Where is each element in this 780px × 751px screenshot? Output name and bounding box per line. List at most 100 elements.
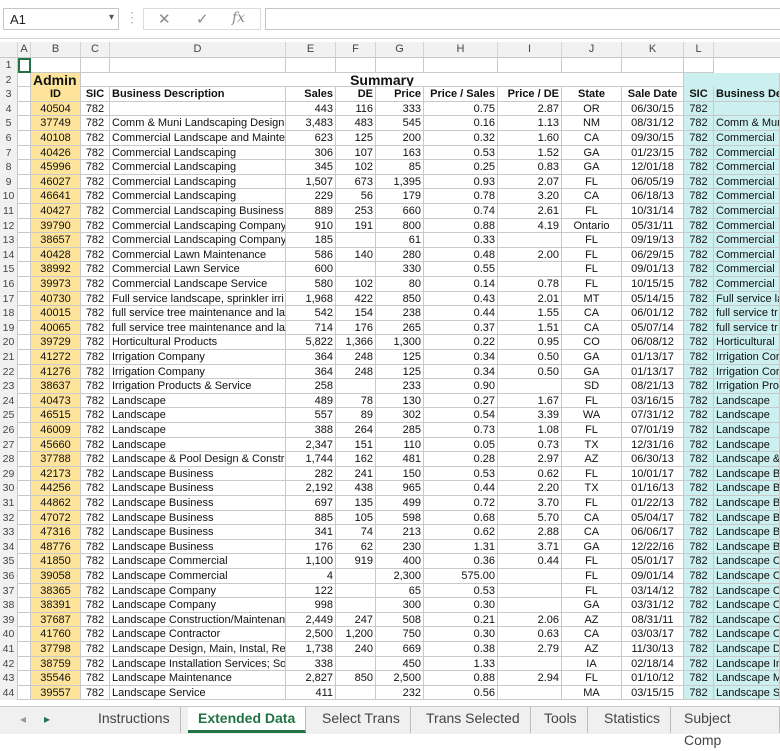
cell[interactable]: 1.33 xyxy=(424,656,498,672)
cell[interactable]: 919 xyxy=(336,554,376,569)
column-header-k[interactable]: K xyxy=(622,42,684,57)
cell[interactable]: 1,200 xyxy=(336,627,376,642)
cell[interactable]: 3,483 xyxy=(286,116,336,131)
cell[interactable] xyxy=(18,101,31,117)
column-title[interactable]: DE xyxy=(336,87,376,102)
cell[interactable]: 600 xyxy=(286,262,336,277)
cell[interactable]: 2,192 xyxy=(286,481,336,496)
row-header[interactable]: 8 xyxy=(0,160,18,175)
cell[interactable]: 05/01/17 xyxy=(622,554,684,569)
cell[interactable]: 01/13/17 xyxy=(622,350,684,365)
row-header[interactable]: 1 xyxy=(0,58,18,73)
column-title[interactable]: SIC xyxy=(81,87,110,102)
cell[interactable]: 782 xyxy=(81,583,110,599)
cell[interactable]: Landscape Commercial xyxy=(110,569,286,584)
cell[interactable]: 782 xyxy=(684,671,714,686)
cell[interactable]: Commercial Lawn Service xyxy=(110,262,286,277)
cell[interactable]: 285 xyxy=(376,423,424,438)
cell[interactable]: GA xyxy=(562,539,622,555)
cell[interactable]: 03/03/17 xyxy=(622,627,684,642)
cell[interactable]: 782 xyxy=(81,277,110,292)
cell[interactable]: 3.39 xyxy=(498,408,562,423)
cell[interactable] xyxy=(336,583,376,599)
formula-input[interactable] xyxy=(265,8,780,30)
cell[interactable] xyxy=(562,58,622,73)
cell[interactable]: 102 xyxy=(336,277,376,292)
column-header-f[interactable]: F xyxy=(336,42,376,57)
cell[interactable]: 782 xyxy=(81,466,110,482)
cell[interactable]: Full service landscape, sprinkler irri xyxy=(110,291,286,307)
cell[interactable]: 40427 xyxy=(31,204,81,219)
cell[interactable]: Landscape xyxy=(714,393,780,409)
column-title[interactable]: Business De xyxy=(714,87,780,102)
cell[interactable]: FL xyxy=(562,671,622,686)
cell[interactable] xyxy=(18,233,31,248)
cell[interactable]: Landscape M xyxy=(714,671,780,686)
cell[interactable]: Commercial xyxy=(714,277,780,292)
cell[interactable]: 782 xyxy=(684,189,714,204)
cell[interactable]: FL xyxy=(562,569,622,584)
row-header[interactable]: 18 xyxy=(0,306,18,321)
column-header-j[interactable]: J xyxy=(562,42,622,57)
cell[interactable]: Landscape In xyxy=(714,656,780,672)
cell[interactable]: 45996 xyxy=(31,160,81,175)
cell[interactable]: 0.32 xyxy=(424,131,498,146)
cell[interactable]: 0.56 xyxy=(424,685,498,701)
cell[interactable]: 09/01/13 xyxy=(622,262,684,277)
cell[interactable]: 782 xyxy=(81,539,110,555)
cell[interactable]: 163 xyxy=(376,145,424,161)
cell[interactable] xyxy=(18,72,31,88)
cell[interactable] xyxy=(336,569,376,584)
sheet-tab[interactable]: Subject Comp xyxy=(674,707,780,748)
cell[interactable] xyxy=(18,583,31,599)
cell[interactable]: 130 xyxy=(376,393,424,409)
cell[interactable]: 0.50 xyxy=(498,364,562,380)
column-header-d[interactable]: D xyxy=(110,42,286,57)
row-header[interactable]: 35 xyxy=(0,554,18,569)
cell[interactable]: 41760 xyxy=(31,627,81,642)
cell[interactable]: 02/18/14 xyxy=(622,656,684,672)
cell[interactable]: 37749 xyxy=(31,116,81,131)
cell[interactable]: 258 xyxy=(286,379,336,394)
cell[interactable]: CA xyxy=(562,306,622,321)
cell[interactable]: 0.88 xyxy=(424,218,498,234)
cell[interactable]: Comm & Muni Landscaping Design, xyxy=(110,116,286,131)
cell[interactable]: 782 xyxy=(684,642,714,657)
cell[interactable]: 782 xyxy=(684,306,714,321)
cell[interactable]: 200 xyxy=(376,131,424,146)
cell[interactable]: 2,347 xyxy=(286,437,336,453)
cell[interactable]: 850 xyxy=(376,291,424,307)
cell[interactable]: 03/14/12 xyxy=(622,583,684,599)
cell[interactable]: 38759 xyxy=(31,656,81,672)
cell[interactable]: 2.07 xyxy=(498,174,562,190)
cell[interactable] xyxy=(286,58,336,73)
cell[interactable]: 782 xyxy=(684,627,714,642)
cell[interactable]: 154 xyxy=(336,306,376,321)
row-header[interactable]: 22 xyxy=(0,364,18,380)
cell[interactable]: 125 xyxy=(376,350,424,365)
cell[interactable]: 107 xyxy=(336,145,376,161)
cell[interactable]: 302 xyxy=(376,408,424,423)
cell[interactable] xyxy=(498,379,562,394)
cell[interactable]: 782 xyxy=(684,160,714,175)
cell[interactable]: 07/31/12 xyxy=(622,408,684,423)
cell[interactable]: Irrigation Products & Service xyxy=(110,379,286,394)
column-title[interactable]: State xyxy=(562,87,622,102)
cell[interactable]: 782 xyxy=(81,452,110,467)
cell[interactable]: 3.70 xyxy=(498,496,562,511)
cell[interactable] xyxy=(18,306,31,321)
cell[interactable]: 280 xyxy=(376,247,424,263)
cell[interactable]: 1,968 xyxy=(286,291,336,307)
row-header[interactable]: 44 xyxy=(0,685,18,701)
cell[interactable] xyxy=(18,160,31,175)
cell[interactable]: 782 xyxy=(684,247,714,263)
cell[interactable]: 176 xyxy=(286,539,336,555)
cell[interactable]: 06/29/15 xyxy=(622,247,684,263)
cell[interactable]: 08/31/12 xyxy=(622,116,684,131)
cell[interactable]: 782 xyxy=(81,627,110,642)
cell[interactable]: 03/15/15 xyxy=(622,685,684,701)
row-header[interactable]: 26 xyxy=(0,423,18,438)
cell[interactable]: 39557 xyxy=(31,685,81,701)
cell[interactable]: NM xyxy=(562,116,622,131)
cell[interactable]: 0.28 xyxy=(424,452,498,467)
